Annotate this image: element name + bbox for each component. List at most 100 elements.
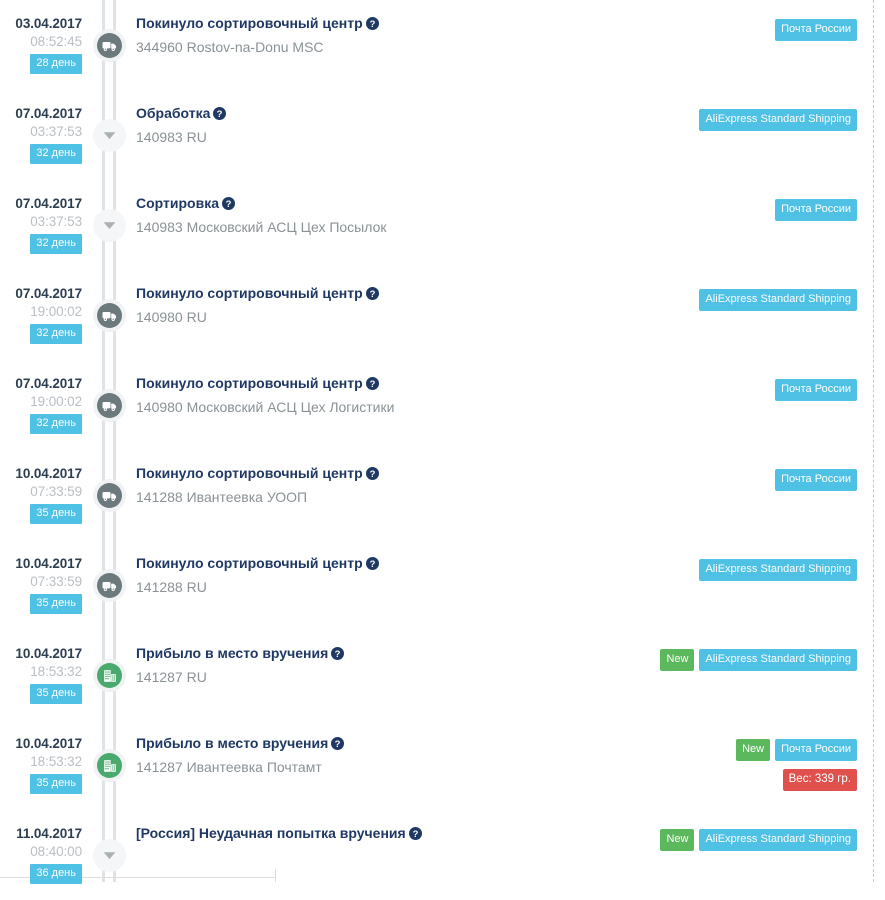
day-count-badge: 32 день <box>30 324 82 344</box>
carrier-badge: AliExpress Standard Shipping <box>699 559 857 581</box>
carrier-badge: AliExpress Standard Shipping <box>699 289 857 311</box>
event-badges: New Почта России <box>736 739 857 761</box>
building-icon <box>97 753 122 778</box>
tracking-event-row: 03.04.2017 08:52:45 28 день Покинуло сортир… <box>0 0 885 90</box>
event-date: 07.04.2017 <box>15 376 82 391</box>
event-title-row: Сортировка? <box>136 180 885 214</box>
day-count-badge: 35 день <box>30 774 82 794</box>
tracking-event-row: 10.04.2017 07:33:59 35 день Покинуло сортир… <box>0 540 885 630</box>
carrier-badge: AliExpress Standard Shipping <box>699 109 857 131</box>
help-icon[interactable]: ? <box>331 647 345 664</box>
tracking-event-row: 10.04.2017 07:33:59 35 день Покинуло сортир… <box>0 450 885 540</box>
event-date: 07.04.2017 <box>15 106 82 121</box>
event-date: 11.04.2017 <box>16 826 82 841</box>
event-title-row: Покинуло сортировочный центр? <box>136 450 885 484</box>
timeline-marker-truck-icon <box>93 479 126 512</box>
timeline-marker-truck-icon <box>93 389 126 422</box>
help-icon[interactable]: ? <box>408 827 422 844</box>
chevron-down-icon <box>97 843 122 868</box>
tracking-event-row: 07.04.2017 19:00:02 32 день Покинуло сортир… <box>0 270 885 360</box>
event-location: 141288 RU <box>136 579 207 595</box>
day-count-badge: 32 день <box>30 234 82 254</box>
event-time: 07:33:59 <box>30 484 82 499</box>
day-badge-wrap: 35 день <box>0 682 82 704</box>
event-date-column: 10.04.2017 18:53:32 35 день <box>0 720 82 794</box>
event-badges: Почта России <box>775 19 857 41</box>
timeline-marker-chevron-down-icon[interactable] <box>93 209 126 242</box>
event-title: Покинуло сортировочный центр <box>136 375 363 391</box>
day-badge-wrap: 35 день <box>0 502 82 524</box>
event-date: 07.04.2017 <box>15 196 82 211</box>
event-location-row: 140983 Московский АСЦ Цех Посылок <box>136 214 885 238</box>
help-icon[interactable]: ? <box>365 377 379 394</box>
carrier-badge: Почта России <box>775 19 857 41</box>
new-badge: New <box>660 829 695 851</box>
event-title-row: Покинуло сортировочный центр? <box>136 360 885 394</box>
truck-icon <box>97 393 122 418</box>
event-time: 07:33:59 <box>30 574 82 589</box>
help-icon[interactable]: ? <box>365 17 379 34</box>
carrier-badge: Почта России <box>775 469 857 491</box>
help-icon[interactable]: ? <box>213 107 227 124</box>
event-badges: AliExpress Standard Shipping <box>699 109 857 131</box>
event-location-row: 141288 Ивантеевка УООП <box>136 484 885 508</box>
tracking-event-row: 10.04.2017 18:53:32 35 день Прибыло в место… <box>0 630 885 720</box>
event-title-row: Покинуло сортировочный центр? <box>136 0 885 34</box>
event-date-column: 07.04.2017 03:37:53 32 день <box>0 180 82 254</box>
timeline-marker-truck-icon <box>93 29 126 62</box>
carrier-badge: Почта России <box>775 739 857 761</box>
carrier-badge: Почта России <box>775 379 857 401</box>
carrier-badge: AliExpress Standard Shipping <box>699 829 857 851</box>
event-weight-badge-row: Вес: 339 гр. <box>782 769 857 791</box>
tracking-event-list: 03.04.2017 08:52:45 28 день Покинуло сортир… <box>0 0 885 900</box>
event-body-column: Покинуло сортировочный центр? 344960 Rost… <box>136 0 885 58</box>
event-location: 344960 Rostov-na-Donu MSC <box>136 39 324 55</box>
event-title: Покинуло сортировочный центр <box>136 285 363 301</box>
event-date-column: 10.04.2017 07:33:59 35 день <box>0 540 82 614</box>
svg-text:?: ? <box>226 199 232 210</box>
event-title: Прибыло в место вручения <box>136 735 329 751</box>
event-time: 18:53:32 <box>30 754 82 769</box>
day-count-badge: 35 день <box>30 594 82 614</box>
day-count-badge: 28 день <box>30 54 82 74</box>
day-badge-wrap: 35 день <box>0 772 82 794</box>
help-icon[interactable]: ? <box>365 557 379 574</box>
event-time: 18:53:32 <box>30 664 82 679</box>
svg-text:?: ? <box>335 649 341 660</box>
event-date-column: 07.04.2017 19:00:02 32 день <box>0 360 82 434</box>
help-icon[interactable]: ? <box>222 197 235 214</box>
timeline-marker-building-icon <box>93 659 126 692</box>
event-title: Прибыло в место вручения <box>136 645 329 661</box>
day-count-badge: 35 день <box>30 684 82 704</box>
event-badges: Почта России <box>775 379 857 401</box>
event-date-column: 07.04.2017 19:00:02 32 день <box>0 270 82 344</box>
help-icon[interactable]: ? <box>365 287 379 304</box>
event-badges: AliExpress Standard Shipping <box>699 559 857 581</box>
truck-icon <box>97 483 122 508</box>
event-date-column: 07.04.2017 03:37:53 32 день <box>0 90 82 164</box>
event-time: 03:37:53 <box>30 124 82 139</box>
event-location: 141287 RU <box>136 669 207 685</box>
event-title: Обработка <box>136 105 211 121</box>
truck-icon <box>97 573 122 598</box>
event-location: 141288 Ивантеевка УООП <box>136 489 308 505</box>
tracking-event-row: 07.04.2017 03:37:53 32 день Сортировка? 1409… <box>0 180 885 270</box>
tracking-event-row: 11.04.2017 08:40:00 36 день [Россия] Неудач… <box>0 810 885 900</box>
timeline-marker-chevron-down-icon[interactable] <box>93 839 126 872</box>
event-date-column: 10.04.2017 18:53:32 35 день <box>0 630 82 704</box>
chevron-down-icon <box>97 213 122 238</box>
timeline-marker-chevron-down-icon[interactable] <box>93 119 126 152</box>
event-date: 10.04.2017 <box>15 556 82 571</box>
truck-icon <box>97 303 122 328</box>
svg-text:?: ? <box>369 19 375 30</box>
day-badge-wrap: 32 день <box>0 142 82 164</box>
event-date: 03.04.2017 <box>15 16 82 31</box>
event-location: 140980 RU <box>136 309 207 325</box>
event-location: 140980 Московский АСЦ Цех Логистики <box>136 399 395 415</box>
event-location-row: 344960 Rostov-na-Donu MSC <box>136 34 885 58</box>
event-title: [Россия] Неудачная попытка вручения <box>136 825 406 841</box>
tracking-timeline-page: 03.04.2017 08:52:45 28 день Покинуло сортир… <box>0 0 885 884</box>
help-icon[interactable]: ? <box>331 737 345 754</box>
svg-text:?: ? <box>369 379 375 390</box>
help-icon[interactable]: ? <box>365 467 379 484</box>
